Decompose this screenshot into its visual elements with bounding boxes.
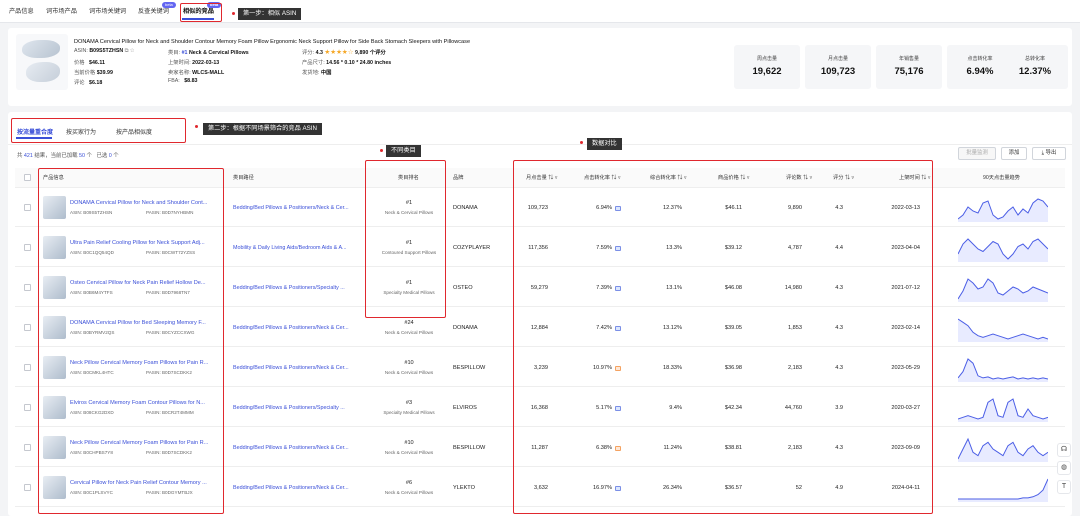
tab-label: 反查关键词 [138, 8, 169, 15]
category-rank-name: Neck & Cervical Pillows [384, 330, 434, 335]
category-path-link[interactable]: Bedding/Bed Pillows & Positioners/Neck &… [233, 205, 367, 211]
select-all-checkbox[interactable] [24, 174, 31, 181]
category-rank: #10 [404, 440, 414, 446]
product-current-price: 当前价格 $39.99 [74, 70, 113, 76]
brand: OSTEO [453, 285, 473, 291]
category-path-link[interactable]: Bedding/Bed Pillows & Positioners/Specia… [233, 405, 367, 411]
tab-product-info[interactable]: 产品信息 [9, 6, 34, 15]
row-checkbox[interactable] [24, 484, 31, 491]
trend-sparkline [958, 478, 1048, 502]
product-launch: 上架时间: 2022-03-13 [168, 60, 220, 66]
trend-area [958, 199, 1048, 222]
callout-step2: 第二步：根据不同场景筛合的竞品 ASIN [203, 123, 322, 135]
brand: BESPILLOW [453, 365, 486, 371]
text-icon[interactable]: T [1057, 480, 1071, 494]
product-category: 类目: #1 Neck & Cervical Pillows [168, 50, 249, 56]
headset-icon[interactable]: ☊ [1057, 443, 1071, 457]
highlight-box-category-rank [365, 160, 446, 318]
product-fba: FBA: $8.83 [168, 78, 198, 84]
row-checkbox[interactable] [24, 284, 31, 291]
category-path-link[interactable]: Bedding/Bed Pillows & Positioners/Neck &… [233, 325, 367, 331]
stat-weekly-clicks: 周点击量 19,622 [734, 45, 800, 89]
callout-dot [380, 149, 383, 152]
callout-dot [232, 12, 235, 15]
row-checkbox[interactable] [24, 244, 31, 251]
category-rank-name: Neck & Cervical Pillows [384, 370, 434, 375]
category-path-link[interactable]: Bedding/Bed Pillows & Positioners/Neck &… [233, 445, 367, 451]
divider [8, 144, 1072, 145]
result-summary: 共 421 结果，当前已加载 50 个 已选 0 个 [17, 153, 119, 159]
rating-stars: ★★★★☆ [324, 49, 354, 56]
trend-sparkline [958, 358, 1048, 382]
col-brand: 品牌 [453, 175, 464, 181]
row-checkbox[interactable] [24, 404, 31, 411]
callout-dot [195, 125, 198, 128]
product-image [16, 34, 68, 90]
row-checkbox[interactable] [24, 444, 31, 451]
category-rank: #24 [404, 320, 414, 326]
beta-badge: beta [162, 2, 176, 8]
col-trend: 90天点击量趋势 [983, 175, 1020, 181]
category-path-link[interactable]: Mobility & Daily Living Aids/Bedroom Aid… [233, 245, 367, 251]
trend-area [958, 279, 1048, 302]
product-seller: 卖家名称: WLCS-MALL [168, 70, 225, 76]
product-reviews-fee: 评论 $6.18 [74, 80, 103, 86]
callout-data-compare: 数据对比 [587, 138, 622, 150]
callout-diff-category: 不同类目 [386, 145, 421, 157]
tab-market-products[interactable]: 词市场产品 [46, 6, 77, 15]
product-price: 价格 $46.11 [74, 60, 105, 66]
brand: DONAMA [453, 325, 478, 331]
category-path-link[interactable]: Bedding/Bed Pillows & Positioners/Specia… [233, 285, 367, 291]
category-rank-name: Neck & Cervical Pillows [384, 450, 434, 455]
product-size: 产品尺寸: 14.56 * 0.10 * 24.80 inches [302, 60, 392, 66]
brand: DONAMA [453, 205, 478, 211]
download-icon: ⤓ [1041, 150, 1045, 156]
trend-sparkline [958, 238, 1048, 262]
category-rank: #6 [405, 480, 413, 486]
row-checkbox[interactable] [24, 204, 31, 211]
trend-sparkline [958, 318, 1048, 342]
brand: COZYPLAYER [453, 245, 491, 251]
row-checkbox[interactable] [24, 364, 31, 371]
trend-sparkline [958, 278, 1048, 302]
brand: YLEKTO [453, 485, 475, 491]
highlight-box-data-compare [513, 160, 933, 514]
category-rank: #3 [405, 400, 413, 406]
trend-area [958, 399, 1048, 422]
row-checkbox[interactable] [24, 324, 31, 331]
category-rank: #10 [404, 360, 414, 366]
category-path-link[interactable]: Bedding/Bed Pillows & Positioners/Neck &… [233, 485, 367, 491]
globe-icon[interactable]: ◍ [1057, 461, 1071, 475]
batch-monitor-button[interactable]: 批量监测 [958, 147, 996, 160]
tab-market-keywords[interactable]: 词市场关键词 [89, 6, 126, 15]
category-path-link[interactable]: Bedding/Bed Pillows & Positioners/Neck &… [233, 365, 367, 371]
callout-dot [580, 141, 583, 144]
product-rating: 评分: 4.3 ★★★★☆ 9,890 个评分 [302, 49, 386, 56]
trend-line [958, 478, 1048, 500]
callout-step1: 第一步：相似 ASIN [238, 8, 302, 20]
trend-area [958, 439, 1048, 462]
export-button[interactable]: ⤓ 导出 [1032, 147, 1066, 160]
trend-sparkline [958, 198, 1048, 222]
stat-monthly-clicks: 月点击量 109,723 [805, 45, 871, 89]
trend-line [958, 398, 1048, 420]
col-category-path: 类目路径 [233, 175, 254, 181]
tab-reverse-keywords[interactable]: 反查关键词 beta [138, 2, 176, 15]
brand: ELVIROS [453, 405, 477, 411]
stat-total-conversion: 总转化率 12.37% [1002, 45, 1068, 89]
product-ship-from: 发货地: 中国 [302, 70, 332, 76]
category-rank-name: Neck & Cervical Pillows [384, 490, 434, 495]
trend-sparkline [958, 437, 1048, 462]
stat-yearly-sales: 年销售量 75,176 [876, 45, 942, 89]
product-asin: ASIN: B09S5TZHSN ⧉ ☆ [74, 48, 135, 54]
highlight-box-step1 [180, 3, 222, 22]
product-title: DONAMA Cervical Pillow for Neck and Shou… [74, 39, 471, 45]
add-button[interactable]: 添加 [1001, 147, 1027, 160]
brand: BESPILLOW [453, 445, 486, 451]
trend-sparkline [958, 398, 1048, 422]
category-rank-name: Specialty Medical Pillows [383, 410, 435, 415]
highlight-box-products [38, 168, 224, 514]
highlight-box-step2 [11, 118, 186, 143]
